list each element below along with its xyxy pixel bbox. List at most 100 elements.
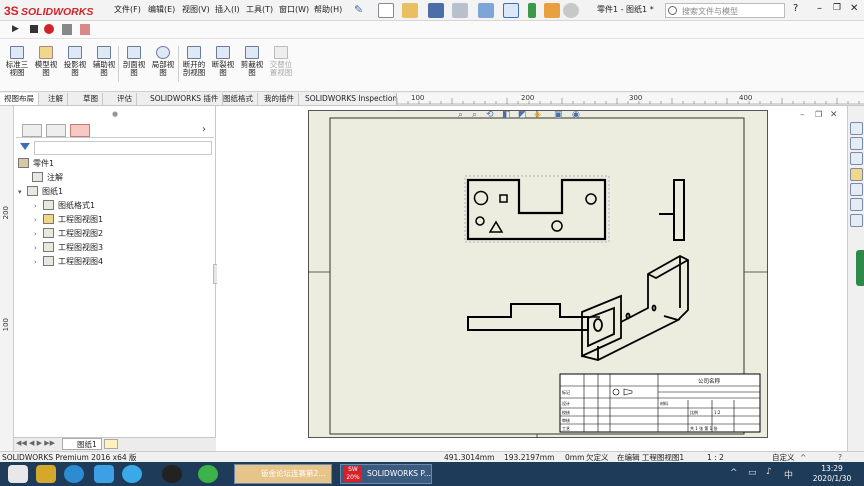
tab-solidworks-addins[interactable]: SOLIDWORKS 插件 (146, 93, 224, 105)
title-block[interactable]: 公司名称 标记 设计 校核 审核 工艺 材料 比例 1:2 共 1 张 第 1 … (559, 373, 761, 433)
menu-insert[interactable]: 插入(I) (215, 4, 240, 15)
task-pane-flyout-handle[interactable] (856, 250, 864, 286)
detail-view-button[interactable]: 局部视图 (149, 46, 177, 77)
previous-view-icon[interactable]: ⟲ (486, 110, 494, 120)
view-settings-icon[interactable]: ▣ (554, 110, 563, 120)
filter-icon[interactable] (20, 143, 30, 150)
front-view-outline[interactable] (466, 178, 607, 241)
undo-icon[interactable] (478, 3, 494, 18)
options-gear-icon[interactable] (563, 3, 579, 18)
tab-sketch[interactable]: 草图 (79, 93, 103, 105)
open-folder-icon[interactable] (402, 3, 418, 18)
panel-grip-icon[interactable]: ● (112, 110, 118, 118)
chevron-right-icon[interactable]: › (34, 228, 43, 241)
crop-view-button[interactable]: 剪裁视图 (238, 46, 266, 77)
ime-icon[interactable]: 中 (784, 468, 793, 481)
menu-file[interactable]: 文件(F) (114, 4, 141, 15)
alternate-position-view-button[interactable]: 交替位置视图 (267, 46, 295, 77)
tree-item-drawing-view-2[interactable]: › 工程图视图2 (34, 227, 103, 240)
solidworks-logo[interactable]: 3S SOLIDWORKS (4, 3, 96, 18)
scene-icon[interactable]: ◉ (572, 110, 580, 120)
sheet-tab[interactable]: 图纸1 (62, 438, 102, 450)
new-document-icon[interactable] (378, 3, 394, 18)
feature-manager-tab[interactable] (22, 124, 42, 137)
menu-tools[interactable]: 工具(T) (246, 4, 273, 15)
qq-icon[interactable] (162, 465, 182, 483)
tab-sheet-format[interactable]: 图纸格式 (219, 93, 258, 105)
appearance-icon[interactable]: ◈ (534, 110, 541, 120)
menu-view[interactable]: 视图(V) (182, 4, 210, 15)
filter-input[interactable] (34, 141, 212, 155)
chevron-right-icon[interactable]: › (202, 124, 206, 135)
save-icon[interactable] (428, 3, 444, 18)
tab-solidworks-inspection[interactable]: SOLIDWORKS Inspection (301, 93, 403, 105)
tab-my-addins[interactable]: 我的插件 (260, 93, 299, 105)
file-explorer-icon[interactable] (850, 152, 863, 165)
canvas-minimize-icon[interactable]: – (800, 110, 805, 120)
browser-icon[interactable] (64, 465, 84, 483)
tab-annotation[interactable]: 注解 (44, 93, 68, 105)
custom-properties-icon[interactable] (850, 198, 863, 211)
auxiliary-view-button[interactable]: 辅助视图 (90, 46, 118, 77)
tab-view-layout[interactable]: 视图布局 (0, 93, 39, 105)
add-sheet-icon[interactable] (104, 439, 118, 449)
top-view-outline[interactable] (467, 303, 589, 331)
edit-macro-icon[interactable] (80, 24, 90, 35)
chevron-right-icon[interactable]: › (34, 256, 43, 269)
zoom-area-icon[interactable]: ⌕ (472, 110, 477, 120)
tree-item-annotations[interactable]: 注解 (32, 171, 63, 184)
pin-icon[interactable]: ✎ (354, 3, 363, 16)
restore-icon[interactable]: ❐ (833, 3, 841, 13)
tree-item-sheet-format[interactable]: › 图纸格式1 (34, 199, 95, 212)
tree-item-sheet[interactable]: ▾ 图纸1 (18, 185, 63, 198)
display-style-icon[interactable]: ◩ (518, 110, 527, 120)
close-icon[interactable]: ✕ (850, 3, 858, 14)
zoom-fit-icon[interactable]: ⌕ (458, 110, 463, 120)
chevron-right-icon[interactable]: › (34, 214, 43, 227)
solidworks-resources-icon[interactable] (850, 122, 863, 135)
record-macro-icon[interactable] (44, 24, 54, 34)
canvas-restore-icon[interactable]: ❐ (815, 110, 822, 119)
chevron-right-icon[interactable]: › (34, 242, 43, 255)
projected-view-button[interactable]: 投影视图 (61, 46, 89, 77)
store-icon[interactable] (94, 465, 114, 483)
rebuild-icon[interactable] (544, 3, 560, 18)
break-view-button[interactable]: 断裂视图 (209, 46, 237, 77)
new-macro-icon[interactable] (62, 24, 72, 35)
section-view-button[interactable]: 剖面视图 (120, 46, 148, 77)
chat-app-icon[interactable] (122, 465, 142, 483)
file-explorer-icon[interactable] (36, 465, 56, 483)
clock-date[interactable]: 2020/1/30 (812, 474, 852, 483)
help-icon[interactable]: ? (793, 3, 798, 14)
chevron-down-icon[interactable]: ▾ (18, 186, 27, 199)
appearances-icon[interactable] (850, 183, 863, 196)
clock-time[interactable]: 13:29 (812, 464, 852, 473)
print-icon[interactable] (452, 3, 468, 18)
tree-item-drawing-view-3[interactable]: › 工程图视图3 (34, 241, 103, 254)
wechat-icon[interactable] (198, 465, 218, 483)
tray-chevron-up-icon[interactable]: ^ (730, 468, 738, 478)
minimize-icon[interactable]: – (817, 3, 822, 14)
chevron-right-icon[interactable]: › (34, 200, 43, 213)
menu-edit[interactable]: 编辑(E) (148, 4, 175, 15)
tab-evaluate[interactable]: 评估 (113, 93, 137, 105)
menu-window[interactable]: 窗口(W) (279, 4, 309, 15)
tree-item-drawing-view-1[interactable]: › 工程图视图1 (34, 213, 103, 226)
configuration-manager-tab[interactable] (70, 124, 90, 137)
forum-icon[interactable] (850, 214, 863, 227)
view-palette-icon[interactable] (850, 168, 863, 181)
side-view-outline[interactable] (673, 179, 685, 241)
property-manager-tab[interactable] (46, 124, 66, 137)
stop-macro-icon[interactable] (30, 25, 38, 33)
traffic-light-icon[interactable] (528, 3, 536, 18)
select-pointer-icon[interactable] (503, 3, 519, 18)
volume-icon[interactable]: ♪ (766, 467, 772, 477)
run-macro-icon[interactable]: ▶ (12, 24, 19, 34)
canvas-close-icon[interactable]: ✕ (830, 110, 838, 120)
menu-help[interactable]: 帮助(H) (314, 4, 342, 15)
model-view-button[interactable]: 模型视图 (32, 46, 60, 77)
tree-root[interactable]: 零件1 (18, 157, 54, 170)
section-view-icon[interactable]: ◧ (502, 110, 511, 120)
design-library-icon[interactable] (850, 137, 863, 150)
taskbar-app-browser[interactable]: 钣金论坛连赛第2... (234, 464, 332, 484)
